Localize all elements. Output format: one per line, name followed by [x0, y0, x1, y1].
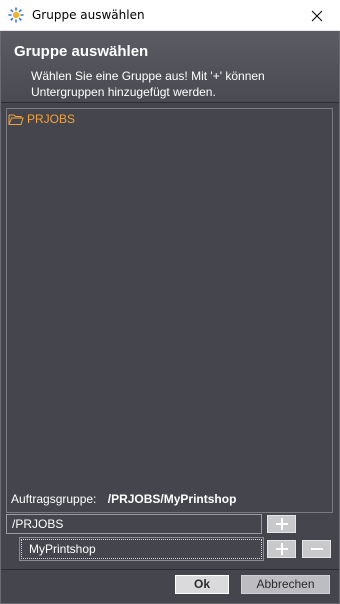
tree-item-label: PRJOBS: [27, 112, 76, 126]
plus-icon: [275, 543, 288, 555]
header-description: Wählen Sie eine Gruppe aus! Mit '+' könn…: [31, 69, 265, 99]
group-label: Auftragsgruppe:: [11, 492, 97, 506]
group-level2-field[interactable]: MyPrintshop: [19, 537, 264, 561]
dialog-header: Gruppe auswählen Wählen Sie eine Gruppe …: [1, 31, 339, 102]
group-path: /PRJOBS/MyPrintshop: [107, 492, 237, 506]
add-subgroup-button-level1[interactable]: [267, 515, 296, 533]
close-button[interactable]: [294, 0, 340, 31]
app-icon: [8, 7, 24, 23]
tree-item-prjobs[interactable]: PRJOBS: [8, 111, 75, 127]
close-icon: [311, 10, 323, 21]
ok-button[interactable]: Ok: [175, 575, 229, 594]
divider: [1, 102, 339, 103]
group-level1-field[interactable]: /PRJOBS: [6, 514, 262, 534]
cancel-button[interactable]: Abbrechen: [241, 575, 330, 594]
window-title: Gruppe auswählen: [32, 8, 145, 22]
minus-icon: [310, 548, 323, 550]
folder-open-icon: [8, 114, 24, 125]
footer-divider: [1, 569, 339, 570]
group-path-line: Auftragsgruppe: /PRJOBS/MyPrintshop: [11, 492, 236, 506]
header-title: Gruppe auswählen: [14, 43, 149, 60]
title-bar: Gruppe auswählen: [0, 0, 340, 31]
plus-icon: [275, 518, 288, 530]
dialog-body: Gruppe auswählen Wählen Sie eine Gruppe …: [0, 31, 340, 604]
add-subgroup-button-level2[interactable]: [267, 540, 296, 558]
remove-subgroup-button[interactable]: [302, 540, 331, 558]
group-tree[interactable]: PRJOBS: [6, 108, 333, 513]
